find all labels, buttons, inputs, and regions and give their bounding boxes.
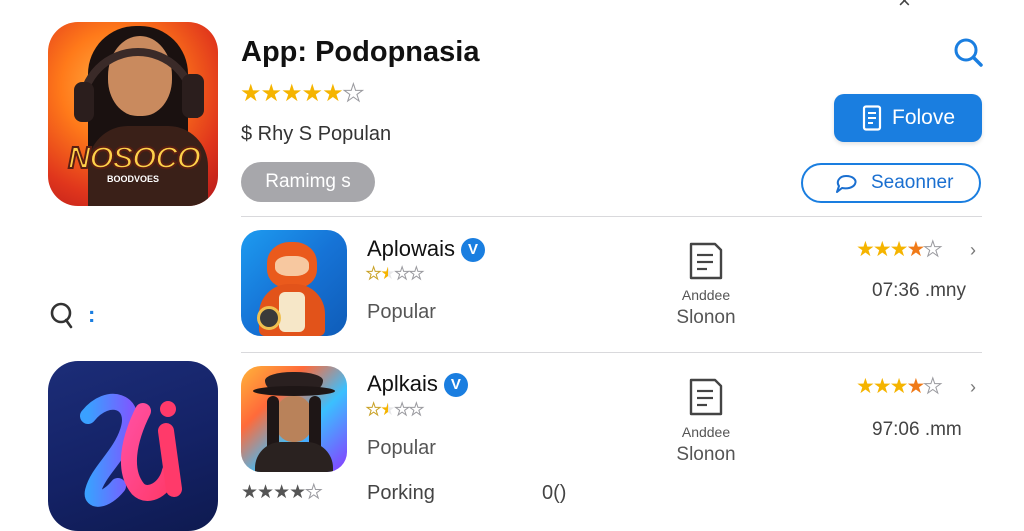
list-item-stars: ★★★★: [365, 400, 424, 419]
seasoner-button-label: Seaonner: [871, 172, 954, 193]
check-icon: V: [443, 373, 468, 397]
list-item-right-stars: ★★★★★: [856, 375, 943, 398]
list-item-meta-bottom: Slonon: [676, 444, 736, 465]
app-icon-logo-text: NOSOCO: [67, 139, 202, 176]
list-item-title[interactable]: Aplkais V: [367, 371, 468, 397]
list-item-category: Popular: [367, 301, 436, 323]
document-icon: [689, 242, 723, 280]
seasoner-button[interactable]: Seaonner: [801, 163, 981, 203]
chevron-right-icon[interactable]: ›: [970, 240, 976, 261]
list-item-category: Popular: [367, 437, 436, 459]
list-item-meta-top: Anddee: [681, 287, 731, 303]
search-icon[interactable]: [46, 300, 76, 330]
fox-face-graphic: [275, 256, 309, 276]
list-item-title[interactable]: Aplowais V: [367, 236, 486, 262]
document-icon: [689, 378, 723, 416]
app-icon[interactable]: NOSOCO BOODVOES: [48, 22, 218, 206]
document-icon: [862, 105, 882, 131]
list-item-title-text: Aplkais: [367, 371, 438, 396]
fox-prop-graphic: [257, 306, 281, 330]
close-icon[interactable]: ×: [898, 0, 911, 14]
list-item-meta-top: Anddee: [681, 424, 731, 440]
hat-brim-graphic: [253, 386, 335, 396]
list-item-count: 0(): [542, 482, 567, 504]
chevron-right-icon[interactable]: ›: [970, 377, 976, 398]
follow-button-label: Folove: [892, 106, 956, 129]
list-item-time: 07:36 .mny: [872, 280, 966, 301]
list-item-meta-bottom: Slonon: [676, 307, 736, 328]
headphone-cup-left: [74, 82, 94, 122]
app-icon-logo-graphic: [80, 393, 182, 507]
price-label: $ Rhy S Populan: [241, 123, 392, 145]
search-icon[interactable]: [952, 36, 984, 68]
bubble-icon: [836, 175, 857, 193]
person-body-graphic: [255, 442, 333, 472]
list-item-stars: ★★★★★: [241, 482, 323, 503]
list-item-title-text: Aplowais: [367, 236, 456, 261]
list-item-icon[interactable]: [241, 366, 347, 472]
list-item-time: 97:06 .mm: [872, 419, 962, 440]
follow-button[interactable]: Folove: [834, 94, 982, 142]
ranking-chip[interactable]: Ramimg s: [241, 162, 375, 202]
list-item-label: Porking: [367, 482, 435, 504]
more-dots-icon[interactable]: :: [88, 302, 95, 328]
divider: [241, 352, 982, 353]
list-item-stars: ★★★★: [365, 264, 424, 283]
list-item-icon[interactable]: [241, 230, 347, 336]
fox-shirt-graphic: [279, 292, 305, 332]
list-item-right-stars: ★★★★★: [856, 238, 943, 261]
app-rating-stars: ★★★★★★: [240, 80, 365, 107]
check-icon: V: [461, 238, 486, 262]
app-title: App: Podopnasia: [241, 36, 480, 68]
headphone-cup-right: [182, 74, 204, 118]
app-icon[interactable]: [48, 361, 218, 531]
person-face-graphic: [275, 396, 313, 442]
divider: [241, 216, 982, 217]
app-icon-logo-subtext: BOODVOES: [106, 174, 159, 184]
